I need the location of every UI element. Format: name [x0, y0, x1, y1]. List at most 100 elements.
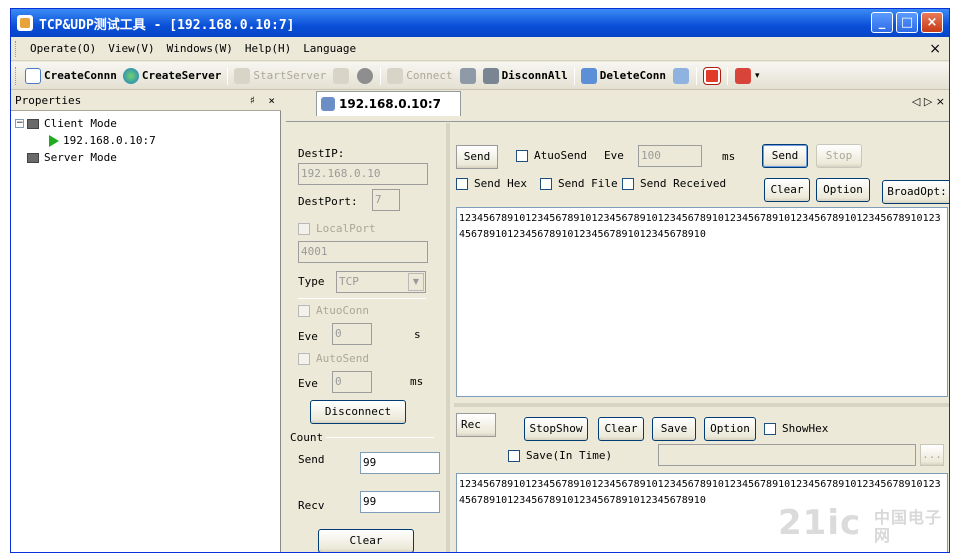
- send-eve-field[interactable]: 100: [638, 145, 702, 167]
- atuo-send-label: AtuoSend: [534, 149, 587, 162]
- stop-server-icon[interactable]: [333, 67, 350, 84]
- start-server-icon: [234, 67, 251, 84]
- count-clear-button[interactable]: Clear: [318, 529, 414, 552]
- eve-label-1: Eve: [298, 330, 318, 343]
- power-icon[interactable]: [703, 66, 722, 85]
- disconn-all-label: DisconnAll: [501, 69, 568, 82]
- disconnect-icon[interactable]: [459, 67, 476, 84]
- pin-icon[interactable]: ♯: [249, 94, 256, 107]
- pane-close-icon[interactable]: ×: [268, 94, 275, 107]
- close-button[interactable]: ×: [921, 12, 943, 33]
- tab-nav-icons[interactable]: ◁ ▷ ×: [912, 95, 945, 108]
- app-icon: [17, 15, 33, 31]
- start-server-button[interactable]: StartServer: [231, 64, 329, 88]
- document-area: 192.168.0.10:7 ◁ ▷ × DestIP: 192.168.0.1…: [286, 91, 949, 552]
- local-port-checkbox[interactable]: [298, 223, 310, 235]
- send-received-checkbox[interactable]: [622, 178, 634, 190]
- eve-unit-1: s: [414, 328, 421, 341]
- stop-button[interactable]: Stop: [816, 144, 862, 168]
- dest-ip-label: DestIP:: [298, 147, 345, 160]
- send-button[interactable]: Send: [762, 144, 808, 168]
- create-server-label: CreateServer: [141, 69, 222, 82]
- tab-connection[interactable]: 192.168.0.10:7: [316, 91, 461, 116]
- delete-all-icon[interactable]: [673, 67, 690, 84]
- atuo-conn-checkbox[interactable]: [298, 305, 310, 317]
- connection-label: 192.168.0.10:7: [63, 134, 156, 147]
- watermark-logo: 21ic 中国电子网: [778, 503, 941, 545]
- overflow-chevron-icon[interactable]: ▾: [755, 71, 760, 81]
- minimize-button[interactable]: _: [871, 12, 893, 33]
- recv-option-button[interactable]: Option: [704, 417, 756, 441]
- create-server-button[interactable]: CreateServer: [120, 64, 224, 88]
- collapse-icon[interactable]: −: [15, 119, 24, 128]
- send-option-button[interactable]: Option: [816, 178, 870, 202]
- send-count-field[interactable]: 99: [360, 452, 440, 474]
- toolbar-separator: [573, 66, 575, 85]
- send-received-label: Send Received: [640, 177, 727, 190]
- send-hex-checkbox[interactable]: [456, 178, 468, 190]
- menu-grip[interactable]: [15, 40, 18, 57]
- type-select[interactable]: TCP ▼: [336, 271, 426, 293]
- disconnect-button[interactable]: Disconnect: [310, 400, 406, 424]
- menu-view[interactable]: View(V): [102, 37, 160, 61]
- dest-ip-field[interactable]: 192.168.0.10: [298, 163, 428, 185]
- title-bar[interactable]: TCP&UDP测试工具 - [192.168.0.10:7]: [11, 9, 949, 37]
- save-in-time-checkbox[interactable]: [508, 450, 520, 462]
- new-connection-icon: [25, 67, 41, 84]
- local-port-field[interactable]: 4001: [298, 241, 428, 263]
- disconn-all-button[interactable]: DisconnAll: [480, 64, 571, 88]
- browse-button[interactable]: ...: [920, 444, 944, 466]
- auto-send-checkbox[interactable]: [298, 353, 310, 365]
- connect-label: Connect: [406, 69, 453, 82]
- dest-port-field[interactable]: 7: [372, 189, 400, 211]
- recv-count-field[interactable]: 99: [360, 491, 440, 513]
- start-server-label: StartServer: [253, 69, 327, 82]
- eve-field-1[interactable]: 0: [332, 323, 372, 345]
- menu-windows[interactable]: Windows(W): [161, 37, 239, 61]
- send-file-checkbox[interactable]: [540, 178, 552, 190]
- watermark-cn: 中国电子网: [874, 508, 943, 545]
- help-icon[interactable]: [735, 67, 752, 84]
- menu-help[interactable]: Help(H): [239, 37, 297, 61]
- send-textarea[interactable]: 1234567891012345678910123456789101234567…: [456, 207, 948, 397]
- tree-client-mode[interactable]: − Client Mode: [15, 115, 156, 132]
- send-eve-unit: ms: [722, 150, 736, 163]
- show-hex-checkbox[interactable]: [764, 423, 776, 435]
- send-clear-button[interactable]: Clear: [764, 178, 810, 202]
- menu-language[interactable]: Language: [297, 37, 362, 61]
- eve-field-2[interactable]: 0: [332, 371, 372, 393]
- type-label: Type: [298, 275, 325, 288]
- recv-clear-button[interactable]: Clear: [598, 417, 644, 441]
- dest-port-label: DestPort:: [298, 195, 358, 208]
- delete-conn-button[interactable]: DeleteConn: [578, 64, 669, 88]
- maximize-button[interactable]: □: [896, 12, 918, 33]
- broad-opt-button[interactable]: BroadOpt:: [882, 180, 949, 204]
- splitter[interactable]: [446, 123, 450, 552]
- computer-icon: [27, 152, 39, 163]
- count-title: Count: [290, 431, 324, 444]
- stop-icon[interactable]: [357, 67, 374, 84]
- save-path-field[interactable]: [658, 444, 916, 466]
- tree-server-mode[interactable]: Server Mode: [15, 149, 156, 166]
- recv-save-button[interactable]: Save: [652, 417, 696, 441]
- menu-operate[interactable]: Operate(O): [24, 37, 102, 61]
- send-count-label: Send: [298, 453, 325, 466]
- tree-connection-item[interactable]: 192.168.0.10:7: [15, 132, 156, 149]
- stop-show-button[interactable]: StopShow: [524, 417, 588, 441]
- show-hex-label: ShowHex: [782, 422, 829, 435]
- create-conn-button[interactable]: CreateConnn: [22, 64, 120, 88]
- toolbar-grip[interactable]: [15, 66, 18, 85]
- recv-count-label: Recv: [298, 499, 325, 512]
- divider: [298, 298, 426, 299]
- send-recv-splitter[interactable]: [454, 403, 949, 407]
- connection-tree: − Client Mode 192.168.0.10:7 Server Mode: [15, 115, 156, 166]
- mdi-close-icon[interactable]: ×: [929, 41, 941, 57]
- atuo-conn-label: AtuoConn: [316, 304, 369, 317]
- eve-unit-2: ms: [410, 375, 424, 388]
- dropdown-arrow-icon[interactable]: ▼: [408, 273, 424, 291]
- create-conn-label: CreateConnn: [44, 69, 117, 82]
- count-group-line: [326, 437, 434, 438]
- client-mode-label: Client Mode: [44, 117, 117, 130]
- connect-button[interactable]: Connect: [384, 64, 455, 88]
- atuo-send-checkbox[interactable]: [516, 150, 528, 162]
